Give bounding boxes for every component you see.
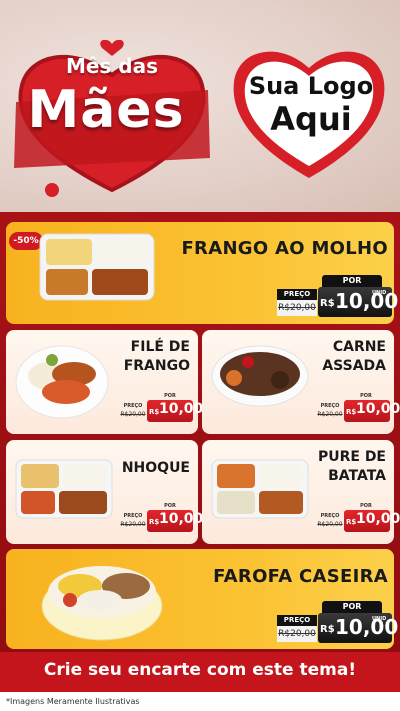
pure-de-batata-image xyxy=(211,459,309,519)
nhoque-image xyxy=(15,459,113,519)
frango-ao-molho-image xyxy=(39,233,155,301)
old-price: R$20,00 xyxy=(317,411,343,418)
product-name-line-2: ASSADA xyxy=(322,358,386,374)
preco-label: PREÇO xyxy=(320,513,340,519)
product-name: FAROFA CASEIRA xyxy=(213,566,388,587)
preco-label: PREÇO xyxy=(277,615,317,626)
carne-assada-image xyxy=(211,345,309,407)
product-name-line-1: CARNE xyxy=(332,339,386,355)
currency-symbol: R$ xyxy=(149,518,160,526)
por-label: POR xyxy=(322,601,382,613)
new-price: 10,00 xyxy=(335,289,399,313)
old-price: R$20,00 xyxy=(120,411,146,418)
currency-symbol: R$ xyxy=(320,624,335,635)
new-price: 10,00 xyxy=(356,511,400,527)
file-de-frango-image xyxy=(15,345,109,419)
preco-label: PREÇO xyxy=(123,403,143,409)
unit-label: UNID xyxy=(372,290,387,296)
product-name-line-1: FILÉ DE xyxy=(130,339,190,355)
old-price: R$20,00 xyxy=(317,521,343,528)
header-banner: Mês das Mães Sua Logo Aqui xyxy=(0,0,400,212)
new-price: 10,00 xyxy=(356,401,400,417)
por-label: POR xyxy=(164,503,176,509)
por-label: POR xyxy=(360,393,372,399)
preco-label: PREÇO xyxy=(320,403,340,409)
logo-placeholder-line-1: Sua Logo xyxy=(248,72,374,100)
por-label: POR xyxy=(360,503,372,509)
disclaimer-text: *Imagens Meramente Ilustrativas xyxy=(6,697,140,706)
preco-label: PREÇO xyxy=(123,513,143,519)
currency-symbol: R$ xyxy=(320,298,335,309)
por-label: POR xyxy=(164,393,176,399)
flyer-page: Mês das Mães Sua Logo Aqui -50% FRANGO A… xyxy=(0,0,400,711)
product-name-line-2: FRANGO xyxy=(123,358,190,374)
por-label: POR xyxy=(322,275,382,287)
new-price: 10,00 xyxy=(159,401,204,417)
product-name: NHOQUE xyxy=(121,460,190,476)
preco-label: PREÇO xyxy=(277,289,317,300)
product-name-line-1: PURE DE xyxy=(317,449,386,465)
product-name: FRANGO AO MOLHO xyxy=(181,238,388,259)
new-price: 10,00 xyxy=(159,511,204,527)
logo-placeholder-line-2: Aqui xyxy=(270,100,352,138)
currency-symbol: R$ xyxy=(346,408,357,416)
currency-symbol: R$ xyxy=(149,408,160,416)
old-price: R$20,00 xyxy=(120,521,146,528)
farofa-caseira-image xyxy=(41,566,163,641)
cta-text[interactable]: Crie seu encarte com este tema! xyxy=(0,660,400,680)
currency-symbol: R$ xyxy=(346,518,357,526)
old-price: R$20,00 xyxy=(277,300,317,316)
unit-label: UNID xyxy=(372,616,387,622)
new-price: 10,00 xyxy=(335,615,399,639)
product-name-line-2: BATATA xyxy=(328,468,386,484)
title-line-2: Mães xyxy=(27,80,185,140)
title-line-1: Mês das xyxy=(65,54,159,78)
old-price: R$20,00 xyxy=(277,626,317,642)
